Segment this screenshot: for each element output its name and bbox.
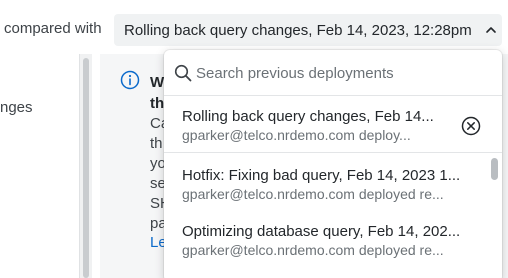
- compare-label: compared with: [4, 20, 102, 37]
- info-icon: [120, 70, 140, 90]
- compare-deployment-value: Rolling back query changes, Feb 14, 2023…: [124, 21, 472, 39]
- compare-deployment-select[interactable]: Rolling back query changes, Feb 14, 2023…: [114, 14, 502, 46]
- clear-selection-icon[interactable]: [460, 115, 482, 137]
- search-row: [164, 50, 502, 96]
- deployment-list-item[interactable]: Optimizing database query, Feb 14, 202..…: [164, 210, 489, 264]
- search-deployments-input[interactable]: [196, 61, 486, 85]
- chevron-up-icon: [480, 26, 502, 34]
- page: compared with Rolling back query changes…: [0, 0, 508, 278]
- deployment-subtitle: gparker@telco.nrdemo.com deployed re...: [182, 186, 444, 202]
- deployment-title: Hotfix: Fixing bad query, Feb 14, 2023 1…: [182, 167, 461, 184]
- selected-deployment-item[interactable]: Rolling back query changes, Feb 14... gp…: [164, 97, 502, 153]
- deployment-subtitle: gparker@telco.nrdemo.com deployed re...: [182, 242, 444, 258]
- deployment-dropdown: Rolling back query changes, Feb 14... gp…: [164, 50, 502, 278]
- left-panel-text: nges: [0, 99, 33, 116]
- dropdown-scrollbar-thumb[interactable]: [491, 158, 498, 180]
- selected-deployment-title: Rolling back query changes, Feb 14...: [182, 108, 434, 125]
- selected-deployment-subtitle: gparker@telco.nrdemo.com deploy...: [182, 127, 411, 143]
- deployment-list-item[interactable]: Hotfix: Fixing bad query, Feb 14, 2023 1…: [164, 154, 489, 208]
- left-panel: nges: [0, 54, 79, 278]
- search-icon: [174, 64, 192, 82]
- panel-scrollbar[interactable]: [83, 58, 89, 278]
- deployment-title: Optimizing database query, Feb 14, 202..…: [182, 223, 461, 240]
